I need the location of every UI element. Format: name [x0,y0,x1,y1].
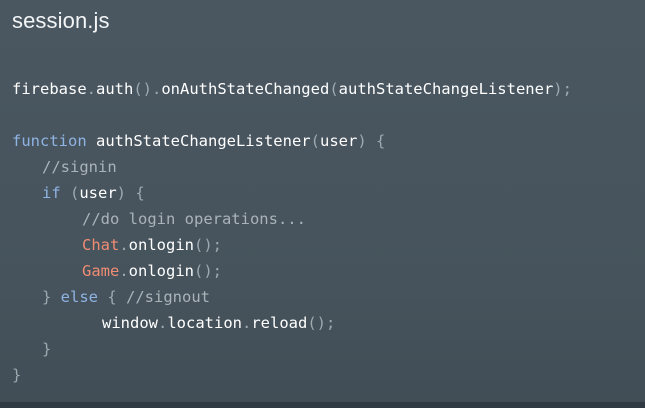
code-line-7: Chat.onlogin(); [12,232,642,258]
code-token: (); [194,262,222,280]
code-token: user [319,132,358,150]
code-token: } [12,366,22,384]
code-line-1: firebase.auth().onAuthStateChanged(authS… [12,76,642,102]
code-token: (); [307,314,336,332]
code-token: { [98,288,126,306]
code-line-3: function authStateChangeListener(user) { [12,128,642,154]
slide-title: session.js [12,8,110,33]
code-token: Chat [82,236,120,254]
code-token: firebase [12,80,87,98]
code-token: function [12,132,87,150]
code-token: user [79,184,117,202]
code-token: if [42,184,61,202]
code-token: onlogin [128,236,194,254]
code-token: window [102,314,158,332]
code-comment: //do login operations... [82,210,306,228]
code-token: onlogin [128,262,194,280]
code-line-4: //signin [12,154,642,180]
code-token: . [242,314,252,332]
code-token: . [86,80,96,98]
code-token: } [42,340,52,358]
code-token: ( [310,132,320,150]
code-token: (). [133,80,162,98]
code-token: ); [553,80,572,98]
code-token: ( [60,184,80,202]
code-token: onAuthStateChanged [161,80,330,98]
code-token: (); [194,236,222,254]
code-line-10: window.location.reload(); [12,310,642,336]
code-token: auth [96,80,134,98]
code-line-5: if (user) { [12,180,642,206]
code-token: reload [251,314,308,332]
code-line-6: //do login operations... [12,206,642,232]
code-token: ) { [116,184,145,202]
code-token: authStateChangeListener [338,80,554,98]
code-token: authStateChangeListener [96,132,311,150]
bottom-divider [0,402,645,408]
code-line-11: } [12,336,642,362]
code-token: } [42,288,61,306]
code-token: . [119,236,129,254]
code-token: else [60,288,98,306]
code-line-8: Game.onlogin(); [12,258,642,284]
code-comment: //signin [42,158,117,176]
code-token: location [167,314,242,332]
code-token: ( [329,80,339,98]
code-token: Game [82,262,120,280]
code-line-12: } [12,362,642,388]
code-block: firebase.auth().onAuthStateChanged(authS… [12,76,642,388]
code-line-9: } else { //signout [12,284,642,310]
code-token: . [119,262,129,280]
code-token: . [158,314,168,332]
code-token: ) { [357,132,386,150]
code-comment: //signout [126,288,210,306]
